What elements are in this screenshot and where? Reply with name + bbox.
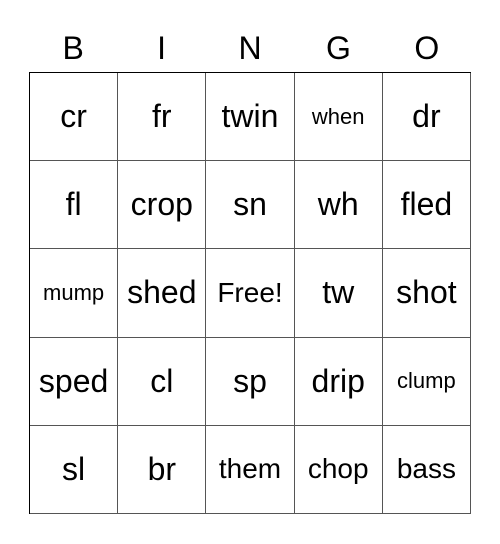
bingo-cell[interactable]: shot [382,249,471,338]
bingo-cell[interactable]: br [118,425,207,514]
bingo-cell[interactable]: sl [30,425,119,514]
bingo-cell[interactable]: fl [30,161,119,250]
header-letter-n: N [238,30,262,66]
free-space-cell[interactable]: Free! [206,249,295,338]
bingo-cell[interactable]: mump [30,249,119,338]
bingo-cell[interactable]: clump [382,337,471,426]
bingo-cell[interactable]: them [206,425,295,514]
bingo-cell[interactable]: tw [294,249,383,338]
bingo-cell[interactable]: sp [206,337,295,426]
bingo-header: B I N G O [29,28,471,68]
bingo-cell[interactable]: fr [118,73,207,162]
header-letter-i: I [157,30,167,66]
bingo-cell[interactable]: fled [382,161,471,250]
bingo-grid: cr fr twin when dr fl crop sn wh fled mu… [29,72,471,514]
bingo-cell[interactable]: shed [118,249,207,338]
bingo-cell[interactable]: twin [206,73,295,162]
bingo-cell[interactable]: cl [118,337,207,426]
bingo-cell[interactable]: crop [118,161,207,250]
bingo-cell[interactable]: sn [206,161,295,250]
bingo-cell[interactable]: bass [382,425,471,514]
bingo-cell[interactable]: when [294,73,383,162]
header-letter-o: O [414,30,440,66]
bingo-cell[interactable]: sped [30,337,119,426]
bingo-cell[interactable]: chop [294,425,383,514]
bingo-cell[interactable]: cr [30,73,119,162]
bingo-cell[interactable]: dr [382,73,471,162]
header-letter-g: G [325,30,351,66]
bingo-cell[interactable]: drip [294,337,383,426]
bingo-cell[interactable]: wh [294,161,383,250]
header-letter-b: B [62,30,84,66]
